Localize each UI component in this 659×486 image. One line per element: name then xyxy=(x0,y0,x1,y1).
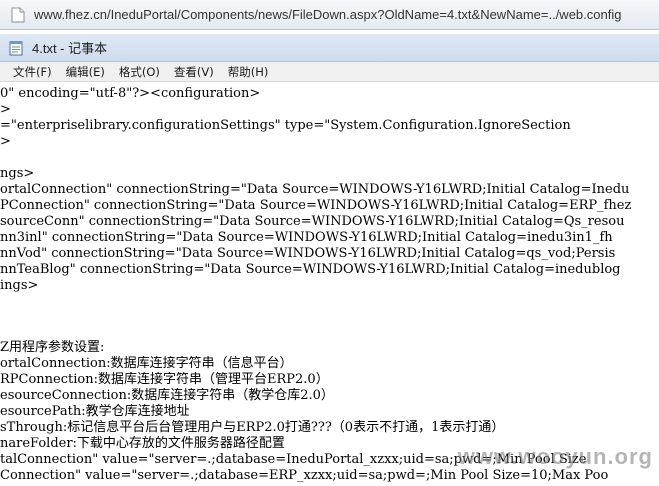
editor-line: sourceConn" connectionString="Data Sourc… xyxy=(0,214,625,229)
menu-help[interactable]: 帮助(H) xyxy=(228,64,269,80)
watermark: www.wooyun.org xyxy=(457,444,653,469)
editor-line: nnVod" connectionString="Data Source=WIN… xyxy=(0,246,616,261)
editor-line: sThrough:标记信息平台后台管理用户与ERP2.0打通???（0表示不打通… xyxy=(0,420,505,435)
editor-line: nnTeaBlog" connectionString="Data Source… xyxy=(0,262,621,277)
editor-line: ortalConnection" connectionString="Data … xyxy=(0,182,630,197)
menu-file[interactable]: 文件(F) xyxy=(13,64,52,80)
editor-line: 0" encoding="utf-8"?><configuration> xyxy=(0,86,261,101)
notepad-icon xyxy=(8,40,24,56)
address-url[interactable]: www.fhez.cn/IneduPortal/Components/news/… xyxy=(34,7,621,22)
menu-format[interactable]: 格式(O) xyxy=(119,64,160,80)
editor-line: PConnection" connectionString="Data Sour… xyxy=(0,198,632,213)
editor-line: > xyxy=(0,102,11,117)
notepad-title-bar[interactable]: 4.txt - 记事本 xyxy=(0,34,659,62)
editor-line: ings> xyxy=(0,278,39,293)
page-icon xyxy=(10,7,26,23)
menu-edit[interactable]: 编辑(E) xyxy=(66,64,105,80)
text-editor[interactable]: 0" encoding="utf-8"?><configuration> > =… xyxy=(0,84,659,486)
menu-bar: 文件(F) 编辑(E) 格式(O) 查看(V) 帮助(H) xyxy=(0,62,659,82)
editor-line: > xyxy=(0,134,11,149)
editor-line: esourcePath:教学仓库连接地址 xyxy=(0,404,190,419)
menu-view[interactable]: 查看(V) xyxy=(174,64,214,80)
editor-line: nn3inl" connectionString="Data Source=WI… xyxy=(0,230,613,245)
browser-address-bar[interactable]: www.fhez.cn/IneduPortal/Components/news/… xyxy=(0,0,659,30)
editor-line: esourceConnection:数据库连接字符串（教学仓库2.0） xyxy=(0,388,334,403)
editor-line: ortalConnection:数据库连接字符串（信息平台） xyxy=(0,356,293,371)
editor-line: Z用程序参数设置: xyxy=(0,340,105,355)
editor-line: ="enterpriselibrary.configurationSetting… xyxy=(0,118,571,133)
editor-line: ngs> xyxy=(0,166,35,181)
editor-line: Connection" value="server=.;database=ERP… xyxy=(0,468,609,483)
editor-line: RPConnection:数据库连接字符串（管理平台ERP2.0） xyxy=(0,372,329,387)
window-title: 4.txt - 记事本 xyxy=(32,41,108,56)
